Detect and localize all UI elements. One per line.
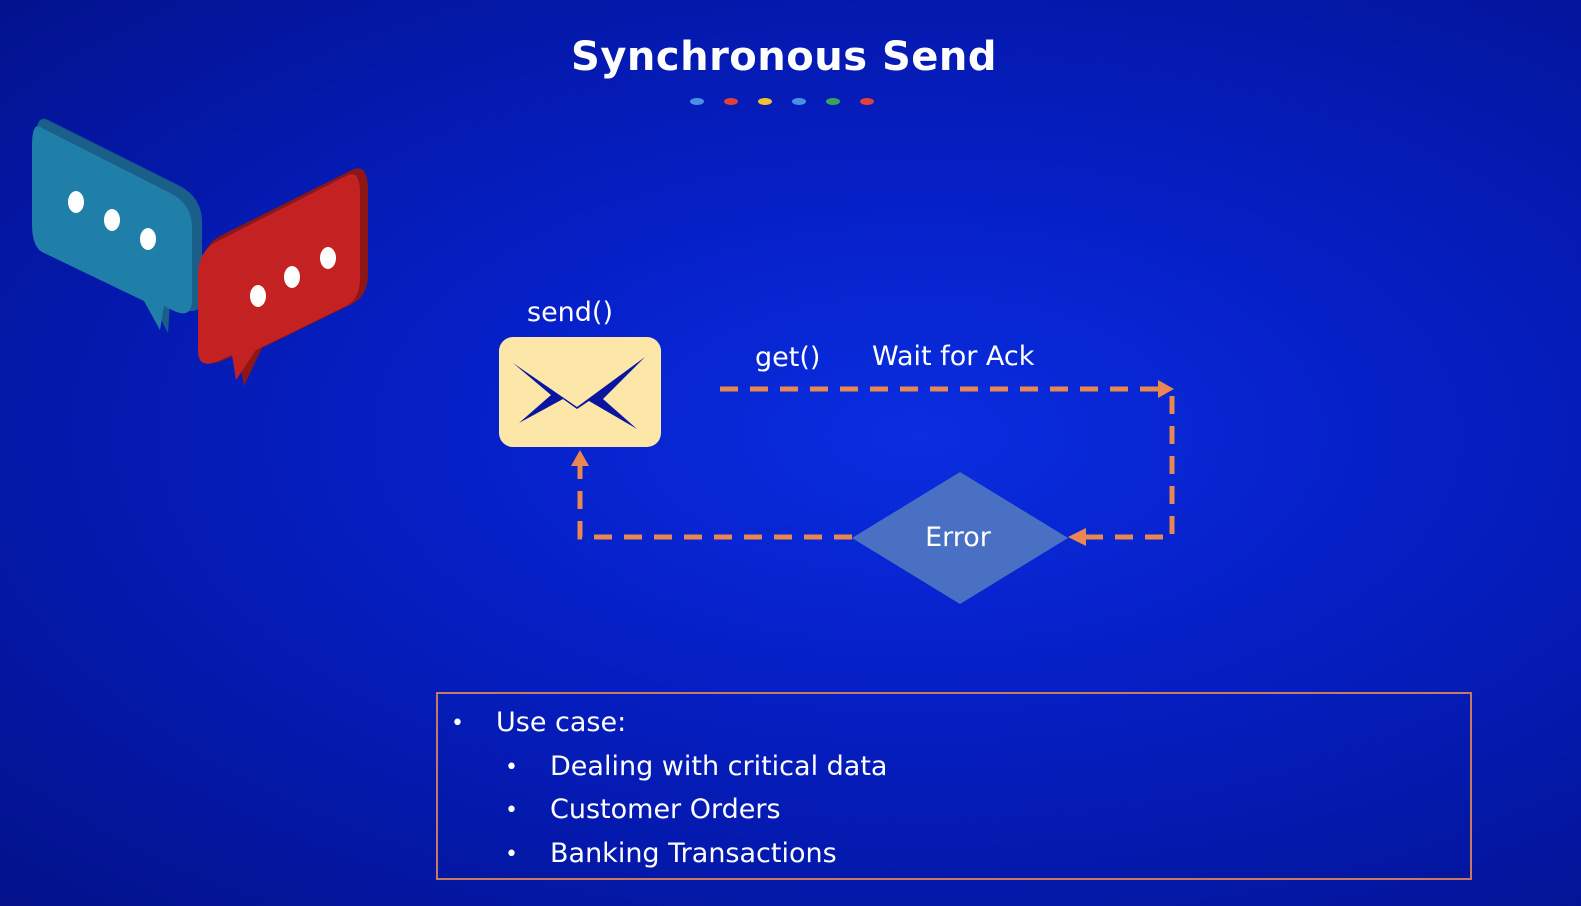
arrow-wait-to-error	[1068, 396, 1175, 546]
error-label: Error	[925, 522, 991, 553]
bullet-icon: •	[451, 711, 464, 736]
arrow-error-to-send	[571, 450, 852, 540]
bullet-icon: •	[505, 842, 518, 867]
arrow-get-to-wait	[720, 380, 1174, 398]
use-case-heading: Use case:	[496, 707, 627, 738]
bullet-icon: •	[505, 755, 518, 780]
use-case-item: Customer Orders	[550, 794, 781, 825]
bullet-icon: •	[505, 798, 518, 823]
use-case-item: Dealing with critical data	[550, 751, 888, 782]
use-case-item: Banking Transactions	[550, 838, 837, 869]
